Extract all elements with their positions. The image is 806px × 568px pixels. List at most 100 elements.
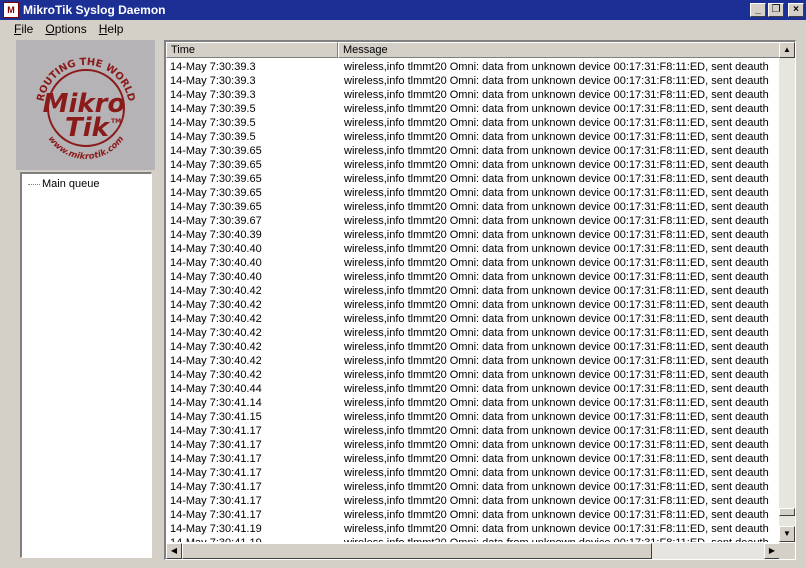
log-message-cell: wireless,info tlmmt20 Omni: data from un… — [344, 481, 769, 493]
log-time-cell: 14-May 7:30:39.3 — [170, 75, 256, 87]
log-row[interactable]: 14-May 7:30:40.42 wireless,info tlmmt20 O… — [166, 312, 780, 326]
log-message-cell: wireless,info tlmmt20 Omni: data from un… — [344, 103, 769, 115]
log-message-cell: wireless,info tlmmt20 Omni: data from un… — [344, 159, 769, 171]
log-row[interactable]: 14-May 7:30:40.39 wireless,info tlmmt20 O… — [166, 228, 780, 242]
menu-help[interactable]: Help — [93, 22, 130, 36]
log-row[interactable]: 14-May 7:30:41.17 wireless,info tlmmt20 O… — [166, 438, 780, 452]
log-row[interactable]: 14-May 7:30:40.44 wireless,info tlmmt20 O… — [166, 382, 780, 396]
log-time-cell: 14-May 7:30:40.42 — [170, 369, 262, 381]
log-row[interactable]: 14-May 7:30:40.42 wireless,info tlmmt20 O… — [166, 298, 780, 312]
log-row[interactable]: 14-May 7:30:41.19 wireless,info tlmmt20 O… — [166, 522, 780, 536]
log-time-cell: 14-May 7:30:41.15 — [170, 411, 262, 423]
log-row[interactable]: 14-May 7:30:40.42 wireless,info tlmmt20 O… — [166, 368, 780, 382]
log-time-cell: 14-May 7:30:40.40 — [170, 257, 262, 269]
vertical-scroll-thumb[interactable] — [779, 508, 795, 516]
menu-bar: File Options Help — [0, 20, 806, 38]
log-time-cell: 14-May 7:30:39.3 — [170, 61, 256, 73]
log-row[interactable]: 14-May 7:30:40.40 wireless,info tlmmt20 O… — [166, 256, 780, 270]
log-row[interactable]: 14-May 7:30:40.42 wireless,info tlmmt20 O… — [166, 354, 780, 368]
log-row[interactable]: 14-May 7:30:39.65 wireless,info tlmmt20 O… — [166, 172, 780, 186]
log-message-cell: wireless,info tlmmt20 Omni: data from un… — [344, 285, 769, 297]
log-row[interactable]: 14-May 7:30:41.19wireless,info tlmmt20 O… — [166, 536, 780, 542]
log-message-cell: wireless,info tlmmt20 Omni: data from un… — [344, 187, 769, 199]
restore-icon[interactable]: ❐ — [768, 3, 784, 17]
log-message-cell: wireless,info tlmmt20 Omni: data from un… — [344, 145, 769, 157]
queue-tree[interactable]: Main queue — [20, 172, 152, 558]
column-headers: Time Message — [166, 42, 780, 58]
log-time-cell: 14-May 7:30:39.65 — [170, 159, 262, 171]
log-time-cell: 14-May 7:30:39.65 — [170, 187, 262, 199]
log-message-cell: wireless,info tlmmt20 Omni: data from un… — [344, 453, 769, 465]
log-row[interactable]: 14-May 7:30:39.65 wireless,info tlmmt20 O… — [166, 144, 780, 158]
log-time-cell: 14-May 7:30:41.17 — [170, 467, 262, 479]
log-time-cell: 14-May 7:30:40.42 — [170, 313, 262, 325]
log-row[interactable]: 14-May 7:30:39.65 wireless,info tlmmt20 O… — [166, 200, 780, 214]
scroll-right-icon[interactable]: ▶ — [764, 543, 780, 559]
menu-file[interactable]: File — [8, 22, 39, 36]
log-row[interactable]: 14-May 7:30:39.5 wireless,info tlmmt20 Om… — [166, 130, 780, 144]
vertical-scrollbar[interactable]: ▲ ▼ — [779, 42, 795, 542]
log-message-cell: wireless,info tlmmt20 Omni: data from un… — [344, 425, 769, 437]
log-row[interactable]: 14-May 7:30:39.5 wireless,info tlmmt20 Om… — [166, 116, 780, 130]
column-header-message[interactable]: Message — [338, 42, 780, 58]
scroll-up-icon[interactable]: ▲ — [779, 42, 795, 58]
minimize-icon[interactable]: _ — [750, 3, 766, 17]
tree-item-label: Main queue — [42, 178, 100, 190]
log-time-cell: 14-May 7:30:39.5 — [170, 117, 256, 129]
log-time-cell: 14-May 7:30:41.17 — [170, 439, 262, 451]
window-title: MikroTik Syslog Daemon — [23, 3, 166, 17]
log-time-cell: 14-May 7:30:40.40 — [170, 243, 262, 255]
log-row[interactable]: 14-May 7:30:40.40 wireless,info tlmmt20 O… — [166, 242, 780, 256]
tree-item-main-queue[interactable]: Main queue — [28, 178, 151, 190]
title-bar[interactable]: M MikroTik Syslog Daemon _ ❐ × — [0, 0, 806, 20]
log-message-cell: wireless,info tlmmt20 Omni: data from un… — [344, 523, 769, 535]
log-time-cell: 14-May 7:30:41.19 — [170, 523, 262, 535]
log-message-cell: wireless,info tlmmt20 Omni: data from un… — [344, 411, 769, 423]
log-message-cell: wireless,info tlmmt20 Omni: data from un… — [344, 467, 769, 479]
log-row[interactable]: 14-May 7:30:40.42 wireless,info tlmmt20 O… — [166, 340, 780, 354]
log-row[interactable]: 14-May 7:30:41.15 wireless,info tlmmt20 O… — [166, 410, 780, 424]
tree-connector — [28, 183, 40, 185]
log-row[interactable]: 14-May 7:30:41.17 wireless,info tlmmt20 O… — [166, 508, 780, 522]
log-row[interactable]: 14-May 7:30:39.5 wireless,info tlmmt20 Om… — [166, 102, 780, 116]
log-row[interactable]: 14-May 7:30:39.67 wireless,info tlmmt20 O… — [166, 214, 780, 228]
log-time-cell: 14-May 7:30:41.17 — [170, 453, 262, 465]
log-row[interactable]: 14-May 7:30:40.40 wireless,info tlmmt20 O… — [166, 270, 780, 284]
close-icon[interactable]: × — [788, 3, 804, 17]
log-row[interactable]: 14-May 7:30:39.3 wireless,info tlmmt20 Om… — [166, 74, 780, 88]
log-row[interactable]: 14-May 7:30:40.42 wireless,info tlmmt20 O… — [166, 284, 780, 298]
log-row[interactable]: 14-May 7:30:41.17 wireless,info tlmmt20 O… — [166, 466, 780, 480]
log-time-cell: 14-May 7:30:41.19 — [166, 536, 338, 542]
log-row[interactable]: 14-May 7:30:40.42 wireless,info tlmmt20 O… — [166, 326, 780, 340]
log-time-cell: 14-May 7:30:40.40 — [170, 271, 262, 283]
log-message-cell: wireless,info tlmmt20 Omni: data from un… — [344, 495, 769, 507]
log-row[interactable]: 14-May 7:30:39.3 wireless,info tlmmt20 Om… — [166, 60, 780, 74]
log-row[interactable]: 14-May 7:30:41.17 wireless,info tlmmt20 O… — [166, 480, 780, 494]
log-message-cell: wireless,info tlmmt20 Omni: data from un… — [344, 439, 769, 451]
log-message-cell: wireless,info tlmmt20 Omni: data from un… — [344, 509, 769, 521]
log-message-cell: wireless,info tlmmt20 Omni: data from un… — [344, 257, 769, 269]
log-message-cell: wireless,info tlmmt20 Omni: data from un… — [344, 61, 769, 73]
app-icon[interactable]: M — [3, 2, 19, 18]
log-message-cell: wireless,info tlmmt20 Omni: data from un… — [344, 201, 769, 213]
mikrotik-logo-graphic: ROUTING THE WORLD Mikro Tik TM www.mikro… — [35, 57, 136, 162]
log-time-cell: 14-May 7:30:39.67 — [170, 215, 262, 227]
log-message-cell: wireless,info tlmmt20 Omni: data from un… — [344, 341, 769, 353]
menu-options[interactable]: Options — [39, 22, 92, 36]
log-row[interactable]: 14-May 7:30:41.17 wireless,info tlmmt20 O… — [166, 452, 780, 466]
log-row[interactable]: 14-May 7:30:41.14 wireless,info tlmmt20 O… — [166, 396, 780, 410]
column-header-time[interactable]: Time — [166, 42, 338, 58]
log-row[interactable]: 14-May 7:30:39.65 wireless,info tlmmt20 O… — [166, 186, 780, 200]
horizontal-scroll-thumb[interactable] — [182, 543, 652, 559]
log-row[interactable]: 14-May 7:30:39.65 wireless,info tlmmt20 O… — [166, 158, 780, 172]
log-message-cell: wireless,info tlmmt20 Omni: data from un… — [344, 327, 769, 339]
log-row[interactable]: 14-May 7:30:41.17 wireless,info tlmmt20 O… — [166, 494, 780, 508]
log-list[interactable]: Time Message 14-May 7:30:39.3 wireless,in… — [164, 40, 796, 560]
horizontal-scrollbar[interactable]: ◀ ▶ — [166, 543, 780, 559]
log-message-cell: wireless,info tlmmt20 Omni: data from un… — [344, 173, 769, 185]
log-row[interactable]: 14-May 7:30:41.17 wireless,info tlmmt20 O… — [166, 424, 780, 438]
log-row[interactable]: 14-May 7:30:39.3 wireless,info tlmmt20 Om… — [166, 88, 780, 102]
log-time-cell: 14-May 7:30:40.39 — [170, 229, 262, 241]
scroll-left-icon[interactable]: ◀ — [166, 543, 182, 559]
scroll-down-icon[interactable]: ▼ — [779, 526, 795, 542]
